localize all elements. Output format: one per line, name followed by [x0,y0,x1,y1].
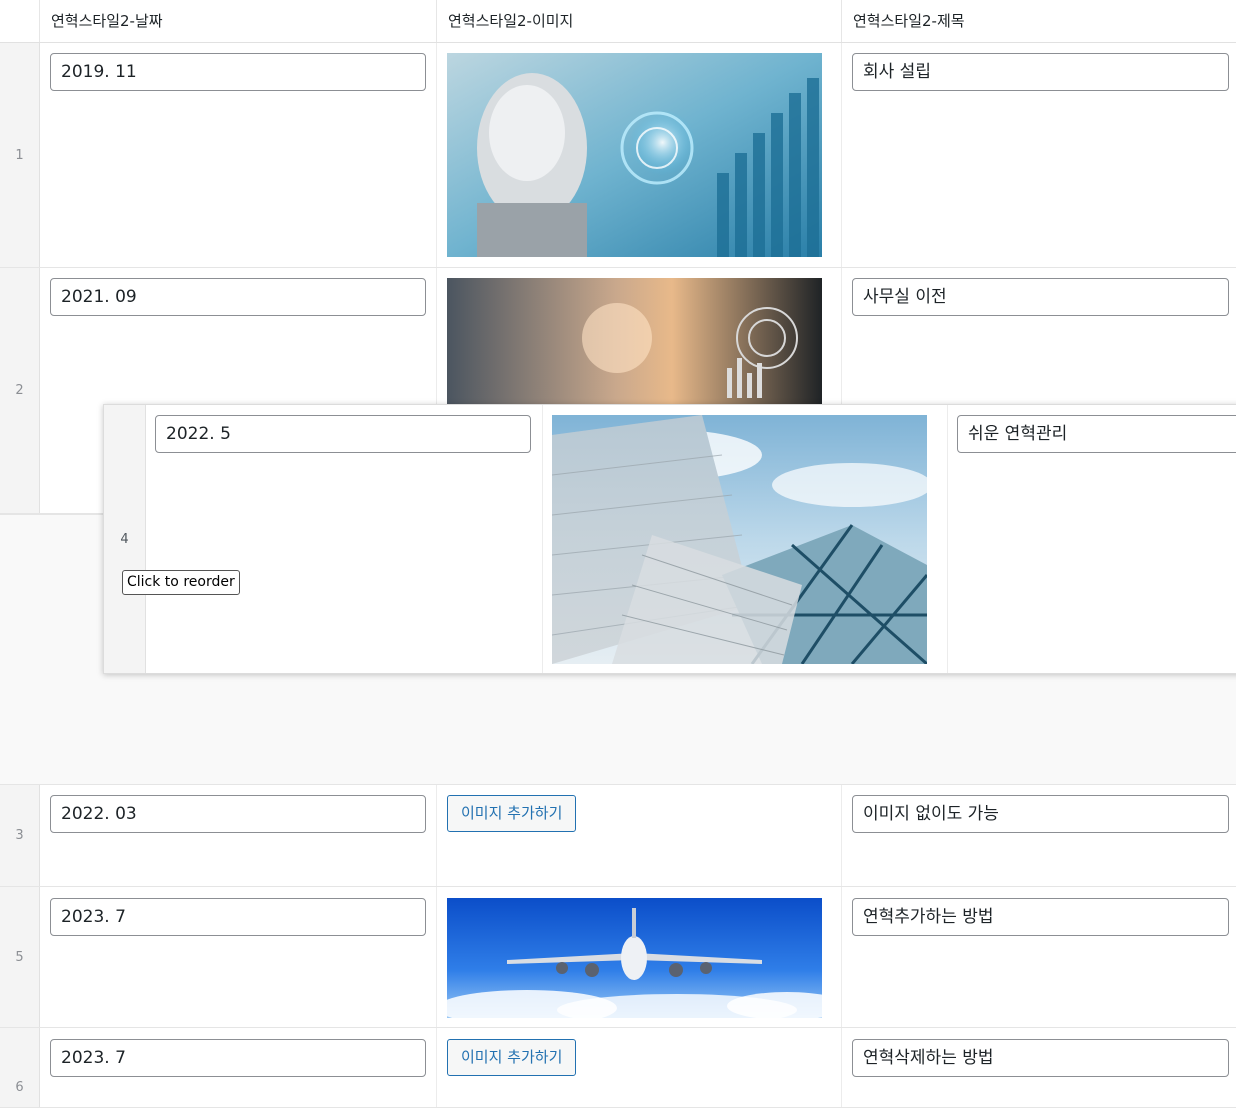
row-handle[interactable]: 3 [0,785,40,886]
table-row: 5 2023. 7 연혁추가하는 방법 [0,887,1236,1028]
title-input[interactable]: 회사 설립 [852,53,1229,91]
row-handle[interactable]: 5 [0,887,40,1027]
header-date: 연혁스타일2-날짜 [51,12,163,30]
row-image-airplane[interactable] [447,898,822,1018]
date-input[interactable]: 2022. 03 [50,795,426,833]
title-input[interactable]: 쉬운 연혁관리 [957,415,1236,453]
row-handle[interactable]: 4 [104,405,146,673]
table-header: 연혁스타일2-날짜 연혁스타일2-이미지 연혁스타일2-제목 [0,0,1236,43]
table-row: 6 2023. 7 이미지 추가하기 연혁삭제하는 방법 [0,1028,1236,1108]
date-input[interactable]: 2023. 7 [50,898,426,936]
row-handle[interactable]: 1 [0,43,40,267]
add-image-button[interactable]: 이미지 추가하기 [447,795,577,832]
row-image-robot[interactable] [447,53,822,257]
date-input[interactable]: 2022. 5 [155,415,531,453]
header-title: 연혁스타일2-제목 [853,12,965,30]
row-handle[interactable]: 6 [0,1028,40,1107]
row-handle[interactable]: 2 [0,268,40,513]
row-image-building[interactable] [552,415,927,664]
date-input[interactable]: 2019. 11 [50,53,426,91]
title-input[interactable]: 사무실 이전 [852,278,1229,316]
title-input[interactable]: 이미지 없이도 가능 [852,795,1229,833]
date-input[interactable]: 2023. 7 [50,1039,426,1077]
date-input[interactable]: 2021. 09 [50,278,426,316]
dragging-row[interactable]: 4 2022. 5 쉬운 연혁관리 [103,404,1236,674]
add-image-button[interactable]: 이미지 추가하기 [447,1039,577,1076]
table-row: 3 2022. 03 이미지 추가하기 이미지 없이도 가능 [0,784,1236,887]
table-row: 1 2019. 11 회사 설립 [0,43,1236,268]
title-input[interactable]: 연혁삭제하는 방법 [852,1039,1229,1077]
title-input[interactable]: 연혁추가하는 방법 [852,898,1229,936]
header-image: 연혁스타일2-이미지 [448,12,574,30]
reorder-tooltip: Click to reorder [122,570,240,595]
